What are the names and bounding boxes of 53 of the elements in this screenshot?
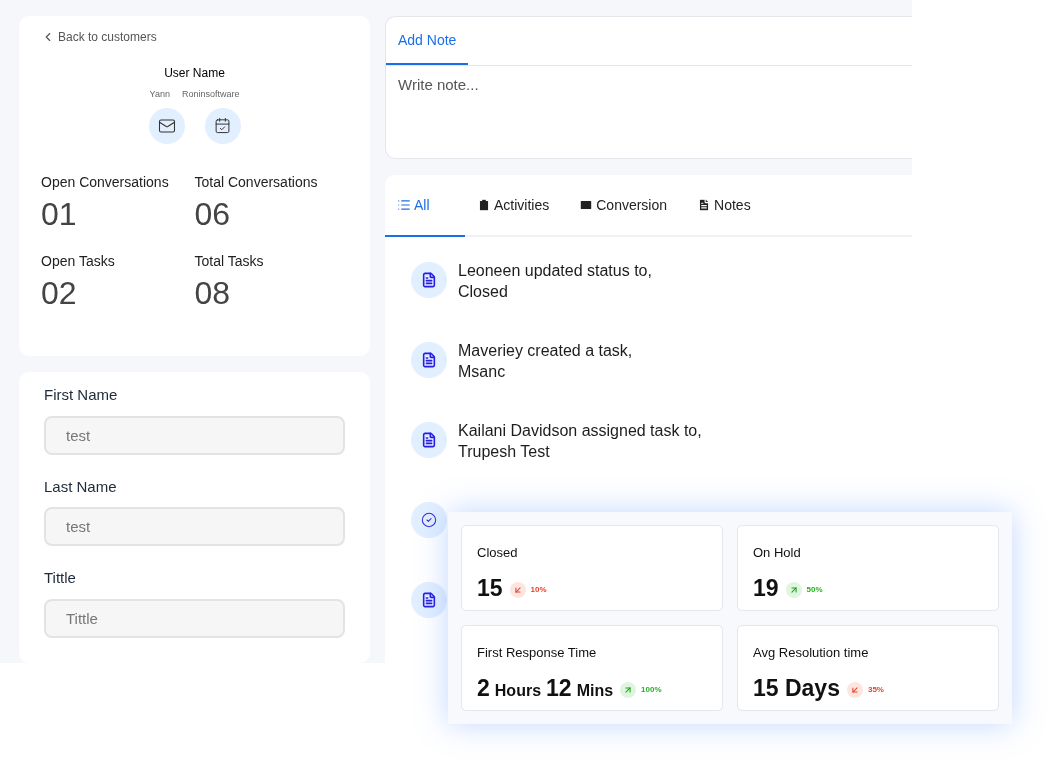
field-label: Tittle bbox=[44, 568, 77, 588]
list-icon bbox=[397, 198, 411, 212]
back-link[interactable]: Back to customers bbox=[41, 28, 348, 46]
change-percent: 100% bbox=[641, 683, 662, 696]
card-label: Closed bbox=[477, 544, 519, 562]
activity-tab[interactable]: Conversion bbox=[567, 175, 680, 237]
field-label: Last Name bbox=[44, 476, 118, 497]
document-icon bbox=[697, 198, 712, 212]
change-percent: 50% bbox=[806, 583, 823, 596]
activity-text: Kailani Davidson assigned task to, bbox=[458, 421, 702, 441]
document-icon bbox=[411, 422, 447, 458]
activity-detail: Trupesh Test bbox=[458, 442, 551, 462]
first-name: Yann bbox=[149, 88, 170, 101]
stat-value: 02 bbox=[41, 273, 78, 313]
stat-value: 06 bbox=[194, 194, 232, 234]
card-value: 2 bbox=[477, 673, 490, 703]
text-field[interactable]: Tittle bbox=[44, 598, 345, 638]
text-field[interactable]: test bbox=[44, 415, 345, 455]
card-value: 15 Days bbox=[753, 673, 840, 703]
value-unit: Mins bbox=[576, 680, 614, 701]
stat-label: Open Tasks bbox=[41, 251, 116, 271]
email-button[interactable] bbox=[148, 107, 185, 144]
calendar-check-icon bbox=[214, 117, 231, 134]
activity-tab[interactable]: All bbox=[385, 175, 465, 237]
text-field[interactable]: test bbox=[44, 507, 345, 546]
company-name: Roninsoftware bbox=[181, 88, 240, 101]
stat-value: 01 bbox=[41, 194, 78, 234]
document-icon bbox=[411, 582, 447, 618]
document-icon bbox=[411, 262, 447, 298]
user-name: User Name bbox=[163, 65, 226, 82]
activity-text: Leoneen updated status to, bbox=[458, 261, 652, 281]
activity-tab[interactable]: Activities bbox=[465, 175, 562, 237]
stat-label: Total Conversations bbox=[194, 172, 319, 192]
field-label: First Name bbox=[44, 385, 119, 405]
activity-detail: Msanc bbox=[458, 362, 507, 382]
calendar-button[interactable] bbox=[204, 107, 241, 144]
card-value: 12 bbox=[546, 673, 572, 703]
activity-detail: Closed bbox=[458, 282, 509, 302]
activity-tab[interactable]: Notes bbox=[685, 175, 763, 237]
card-label: First Response Time bbox=[477, 644, 598, 662]
stat-label: Open Conversations bbox=[41, 172, 170, 192]
card-label: On Hold bbox=[753, 544, 802, 562]
change-percent: 35% bbox=[867, 683, 884, 696]
document-icon bbox=[411, 342, 447, 378]
activity-text: Maveriey created a task, bbox=[458, 341, 633, 361]
card-value: 19 bbox=[753, 573, 779, 603]
stat-value: 08 bbox=[194, 273, 232, 313]
note-field[interactable]: Write note... bbox=[385, 66, 912, 159]
card-label: Avg Resolution time bbox=[753, 644, 870, 662]
value-unit: Hours bbox=[494, 680, 542, 701]
stat-label: Total Tasks bbox=[194, 251, 265, 271]
change-percent: 10% bbox=[530, 583, 547, 596]
card-value: 15 bbox=[477, 573, 503, 603]
